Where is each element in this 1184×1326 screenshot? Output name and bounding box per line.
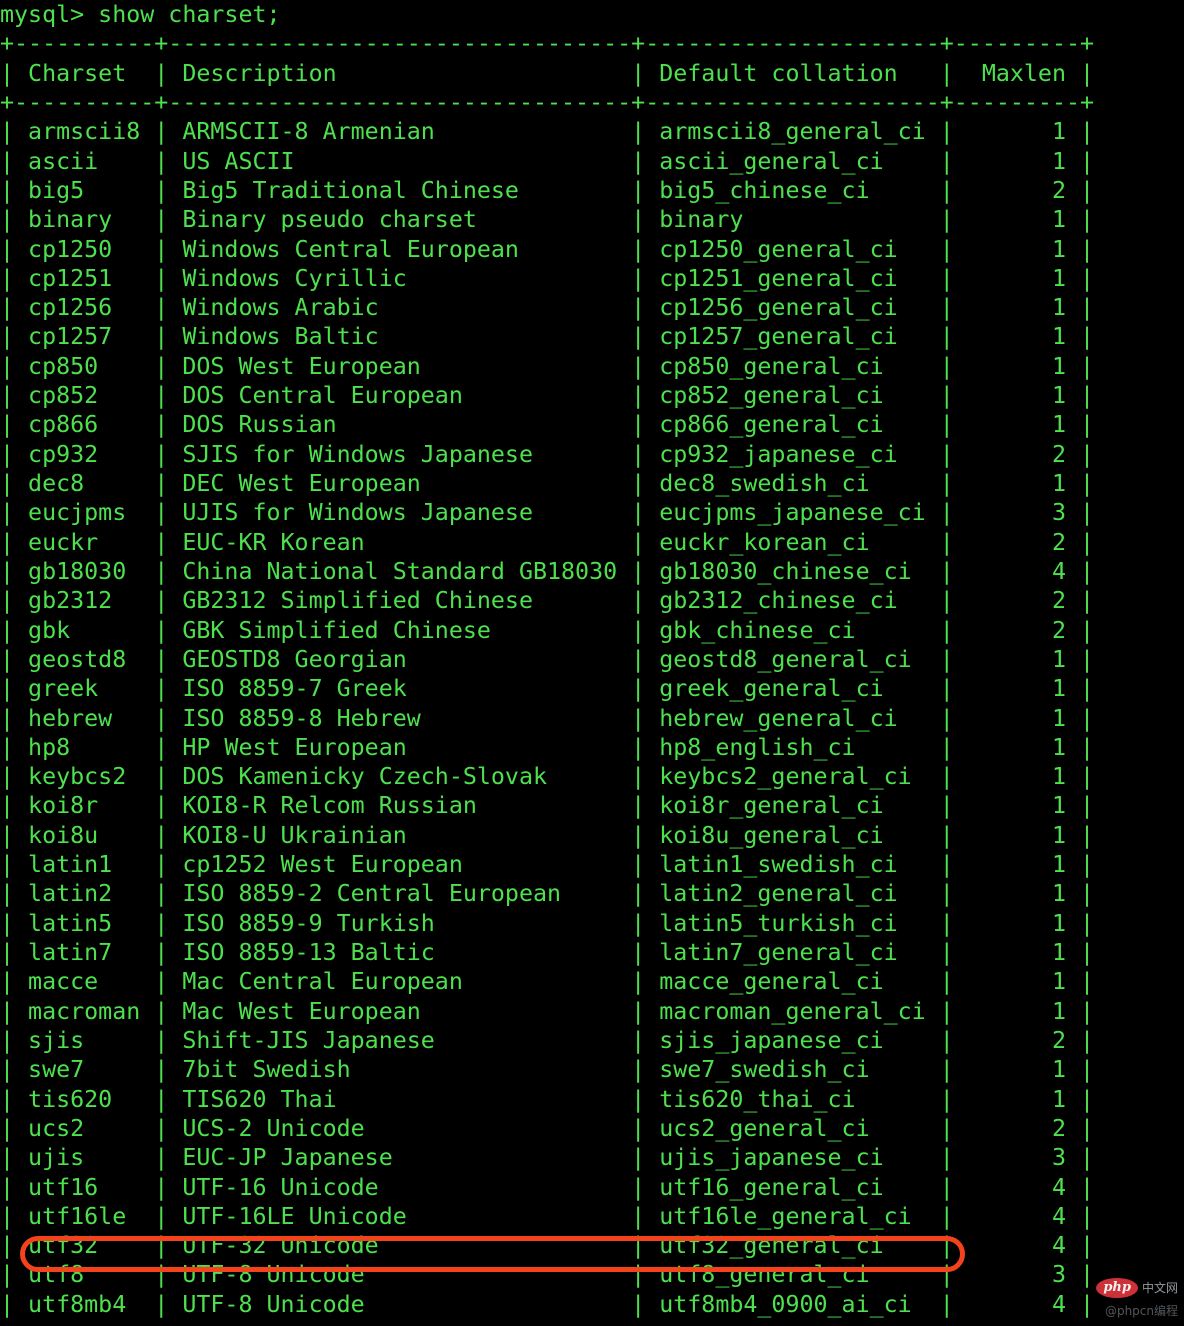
table-row: | cp1256 | Windows Arabic | cp1256_gener… <box>0 294 1095 322</box>
table-row: | gb18030 | China National Standard GB18… <box>0 557 1095 585</box>
table-row: | macce | Mac Central European | macce_g… <box>0 968 1095 996</box>
table-separator-top: +----------+----------------------------… <box>0 30 1095 58</box>
table-row: | binary | Binary pseudo charset | binar… <box>0 206 1095 234</box>
table-row: | eucjpms | UJIS for Windows Japanese | … <box>0 499 1095 527</box>
table-row: | utf16le | UTF-16LE Unicode | utf16le_g… <box>0 1202 1095 1230</box>
table-row: | hp8 | HP West European | hp8_english_c… <box>0 733 1095 761</box>
table-row: | latin5 | ISO 8859-9 Turkish | latin5_t… <box>0 909 1095 937</box>
terminal-output: mysql> show charset; +----------+--------… <box>0 0 1184 1326</box>
table-separator-bottom: +----------+----------------------------… <box>0 1319 1184 1326</box>
table-row: | euckr | EUC-KR Korean | euckr_korean_c… <box>0 528 1095 556</box>
table-row: | hebrew | ISO 8859-8 Hebrew | hebrew_ge… <box>0 704 1095 732</box>
table-row: | latin1 | cp1252 West European | latin1… <box>0 851 1095 879</box>
table-row: | macroman | Mac West European | macroma… <box>0 997 1095 1025</box>
table-row: | big5 | Big5 Traditional Chinese | big5… <box>0 176 1095 204</box>
table-row: | utf8 | UTF-8 Unicode | utf8_general_ci… <box>0 1261 1095 1289</box>
table-row: | cp1257 | Windows Baltic | cp1257_gener… <box>0 323 1095 351</box>
table-row: | latin7 | ISO 8859-13 Baltic | latin7_g… <box>0 939 1095 966</box>
table-row: | ujis | EUC-JP Japanese | ujis_japanese… <box>0 1144 1095 1172</box>
table-row: | cp866 | DOS Russian | cp866_general_ci… <box>0 411 1095 439</box>
table-row: | geostd8 | GEOSTD8 Georgian | geostd8_g… <box>0 645 1095 673</box>
table-separator-header: +----------+----------------------------… <box>0 88 1095 116</box>
terminal-window: mysql> show charset; +----------+--------… <box>0 0 1184 1326</box>
table-row: | utf16 | UTF-16 Unicode | utf16_general… <box>0 1173 1095 1201</box>
table-row: | cp850 | DOS West European | cp850_gene… <box>0 352 1095 380</box>
table-row: | koi8r | KOI8-R Relcom Russian | koi8r_… <box>0 792 1095 820</box>
table-row: | cp932 | SJIS for Windows Japanese | cp… <box>0 440 1095 468</box>
table-row: | greek | ISO 8859-7 Greek | greek_gener… <box>0 675 1095 703</box>
table-row: | swe7 | 7bit Swedish | swe7_swedish_ci … <box>0 1056 1095 1084</box>
table-row: | koi8u | KOI8-U Ukrainian | koi8u_gener… <box>0 821 1095 849</box>
table-row: | latin2 | ISO 8859-2 Central European |… <box>0 880 1095 908</box>
terminal-prompt-line: mysql> show charset; <box>0 1 281 28</box>
table-row: | gbk | GBK Simplified Chinese | gbk_chi… <box>0 616 1095 644</box>
table-row: | keybcs2 | DOS Kamenicky Czech-Slovak |… <box>0 763 1095 791</box>
table-row: | cp852 | DOS Central European | cp852_g… <box>0 382 1095 410</box>
table-header-row: | Charset | Description | Default collat… <box>0 59 1095 87</box>
table-row: | cp1251 | Windows Cyrillic | cp1251_gen… <box>0 264 1095 292</box>
table-row: | cp1250 | Windows Central European | cp… <box>0 235 1095 263</box>
table-row: | gb2312 | GB2312 Simplified Chinese | g… <box>0 587 1095 615</box>
table-row: | sjis | Shift-JIS Japanese | sjis_japan… <box>0 1026 1095 1054</box>
table-row: | ucs2 | UCS-2 Unicode | ucs2_general_ci… <box>0 1114 1095 1142</box>
table-row: | utf8mb4 | UTF-8 Unicode | utf8mb4_0900… <box>0 1290 1095 1318</box>
table-row: | armscii8 | ARMSCII-8 Armenian | armsci… <box>0 118 1095 146</box>
table-row: | dec8 | DEC West European | dec8_swedis… <box>0 470 1095 497</box>
table-row: | ascii | US ASCII | ascii_general_ci | … <box>0 147 1095 175</box>
table-row: | tis620 | TIS620 Thai | tis620_thai_ci … <box>0 1085 1095 1113</box>
table-row: | utf32 | UTF-32 Unicode | utf32_general… <box>0 1232 1095 1260</box>
